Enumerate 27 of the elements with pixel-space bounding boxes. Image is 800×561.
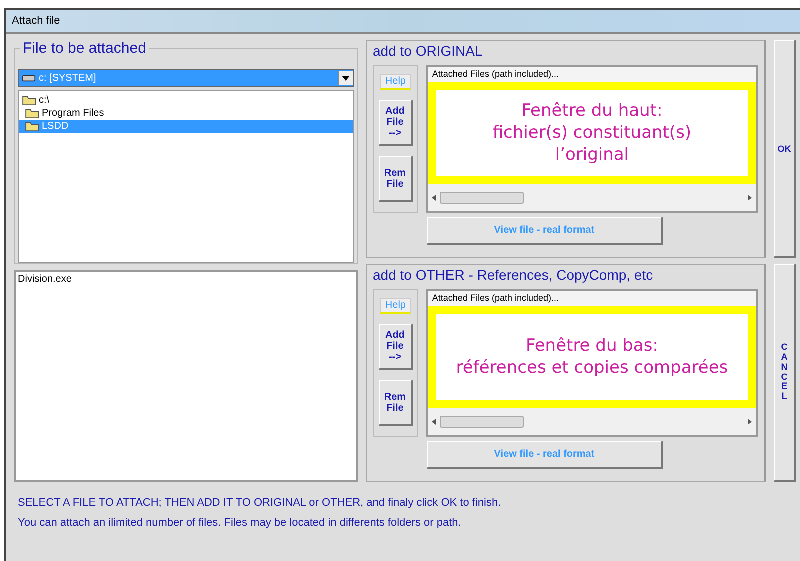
cancel-button[interactable]: CANCEL <box>774 264 796 482</box>
folder-item[interactable]: c:\ <box>19 94 353 107</box>
horizontal-scrollbar[interactable] <box>428 408 756 435</box>
scroll-left-icon[interactable] <box>432 194 436 200</box>
window-title: Attach file <box>12 15 60 27</box>
instruction-text: SELECT A FILE TO ATTACH; THEN ADD IT TO ORIGINAL or OTHER, and finaly click OK to finish. <box>18 496 502 510</box>
annotation-text: Fenêtre du haut: fichier(s) constituant(s) l’original <box>492 100 692 166</box>
file-item[interactable]: Division.exe <box>18 274 354 285</box>
list-header: Attached Files (path included)... <box>431 292 560 305</box>
drive-icon <box>22 74 36 82</box>
remove-file-button[interactable]: Rem File <box>378 156 413 202</box>
folder-icon <box>25 121 40 132</box>
horizontal-scrollbar[interactable] <box>428 184 756 211</box>
scroll-left-icon[interactable] <box>432 418 436 424</box>
ok-button[interactable]: OK <box>774 40 796 258</box>
instruction-text: You can attach an ilimited number of files. Files may be located in differents folders or path. <box>18 516 462 530</box>
annotation-text: Fenêtre du bas: références et copies comparées <box>456 335 728 379</box>
add-file-button[interactable]: Add File --> <box>378 100 413 146</box>
section-title: add to OTHER - References, CopyComp, etc <box>373 267 654 285</box>
list-header: Attached Files (path included)... <box>431 68 560 81</box>
folder-item[interactable]: Program Files <box>19 107 353 120</box>
scroll-right-icon[interactable] <box>748 194 752 200</box>
scroll-right-icon[interactable] <box>748 418 752 424</box>
folder-icon <box>22 95 37 106</box>
add-file-button[interactable]: Add File --> <box>378 324 413 370</box>
section-title: add to ORIGINAL <box>373 43 484 61</box>
remove-file-button[interactable]: Rem File <box>378 380 413 426</box>
